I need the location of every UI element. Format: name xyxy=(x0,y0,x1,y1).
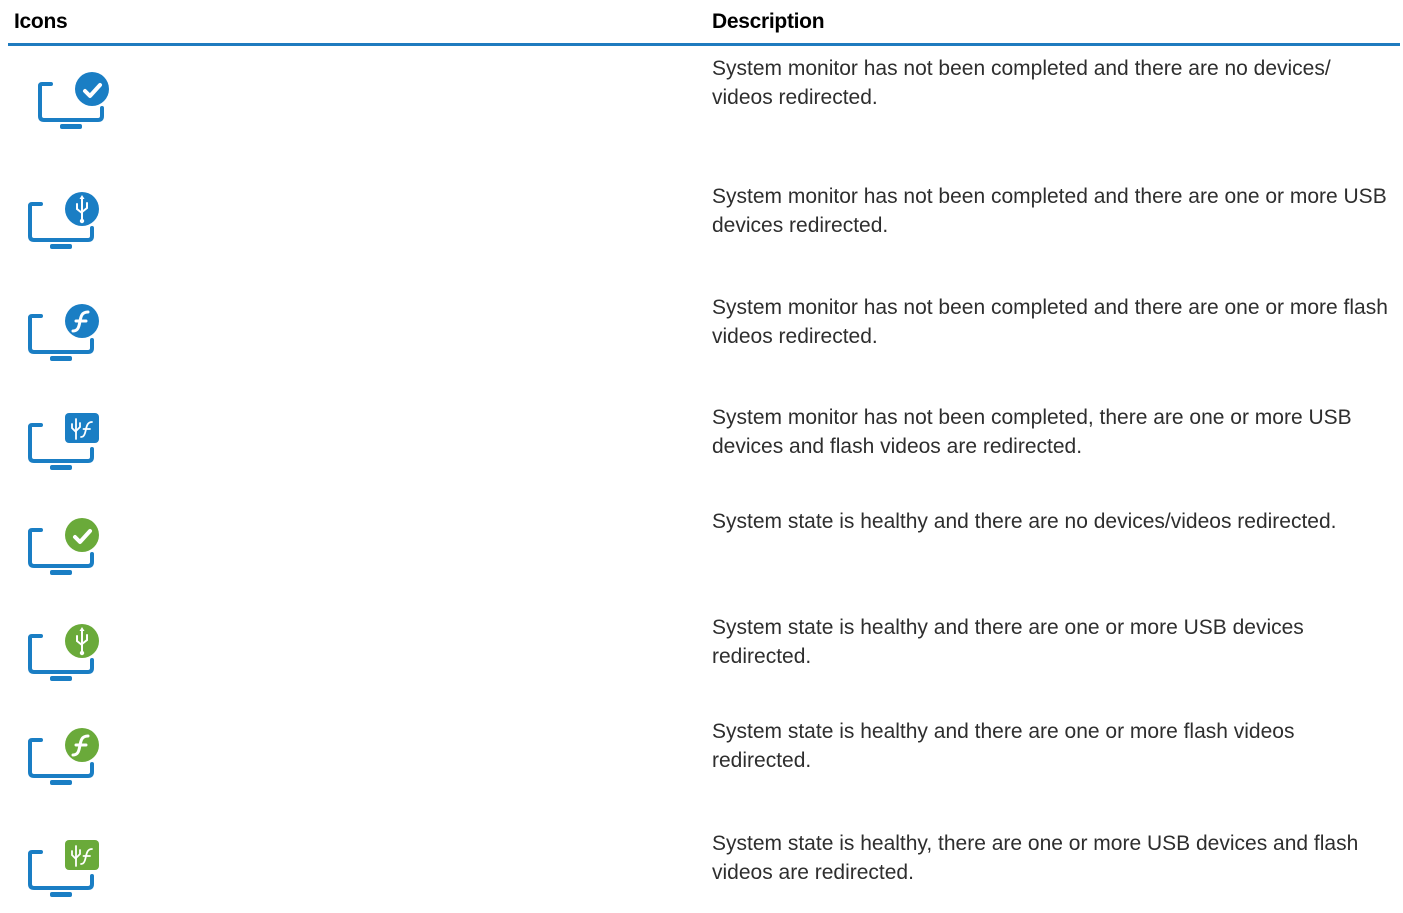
row-description: System monitor has not been completed an… xyxy=(712,296,1388,348)
monitor-blue-usb-icon xyxy=(26,184,102,260)
row-description: System monitor has not been completed an… xyxy=(712,185,1387,237)
monitor-green-usb-icon xyxy=(26,616,102,692)
monitor-blue-check-icon xyxy=(36,64,112,140)
row-description: System monitor has not been completed, t… xyxy=(712,406,1352,458)
row-description: System state is healthy, there are one o… xyxy=(712,832,1359,884)
monitor-green-usb-flash-icon xyxy=(26,832,102,908)
monitor-green-flash-icon xyxy=(26,720,102,796)
table-header: Icons Description xyxy=(0,0,1403,47)
row-description: System state is healthy and there are no… xyxy=(712,510,1337,533)
monitor-green-check-icon xyxy=(26,510,102,586)
monitor-blue-flash-icon xyxy=(26,296,102,372)
header-divider xyxy=(8,43,1400,46)
row-description: System state is healthy and there are on… xyxy=(712,720,1295,772)
monitor-blue-usb-flash-icon xyxy=(26,405,102,481)
description-column-header: Description xyxy=(712,10,825,33)
row-description: System state is healthy and there are on… xyxy=(712,616,1304,668)
row-description: System monitor has not been completed an… xyxy=(712,57,1331,109)
icons-column-header: Icons xyxy=(14,10,68,33)
